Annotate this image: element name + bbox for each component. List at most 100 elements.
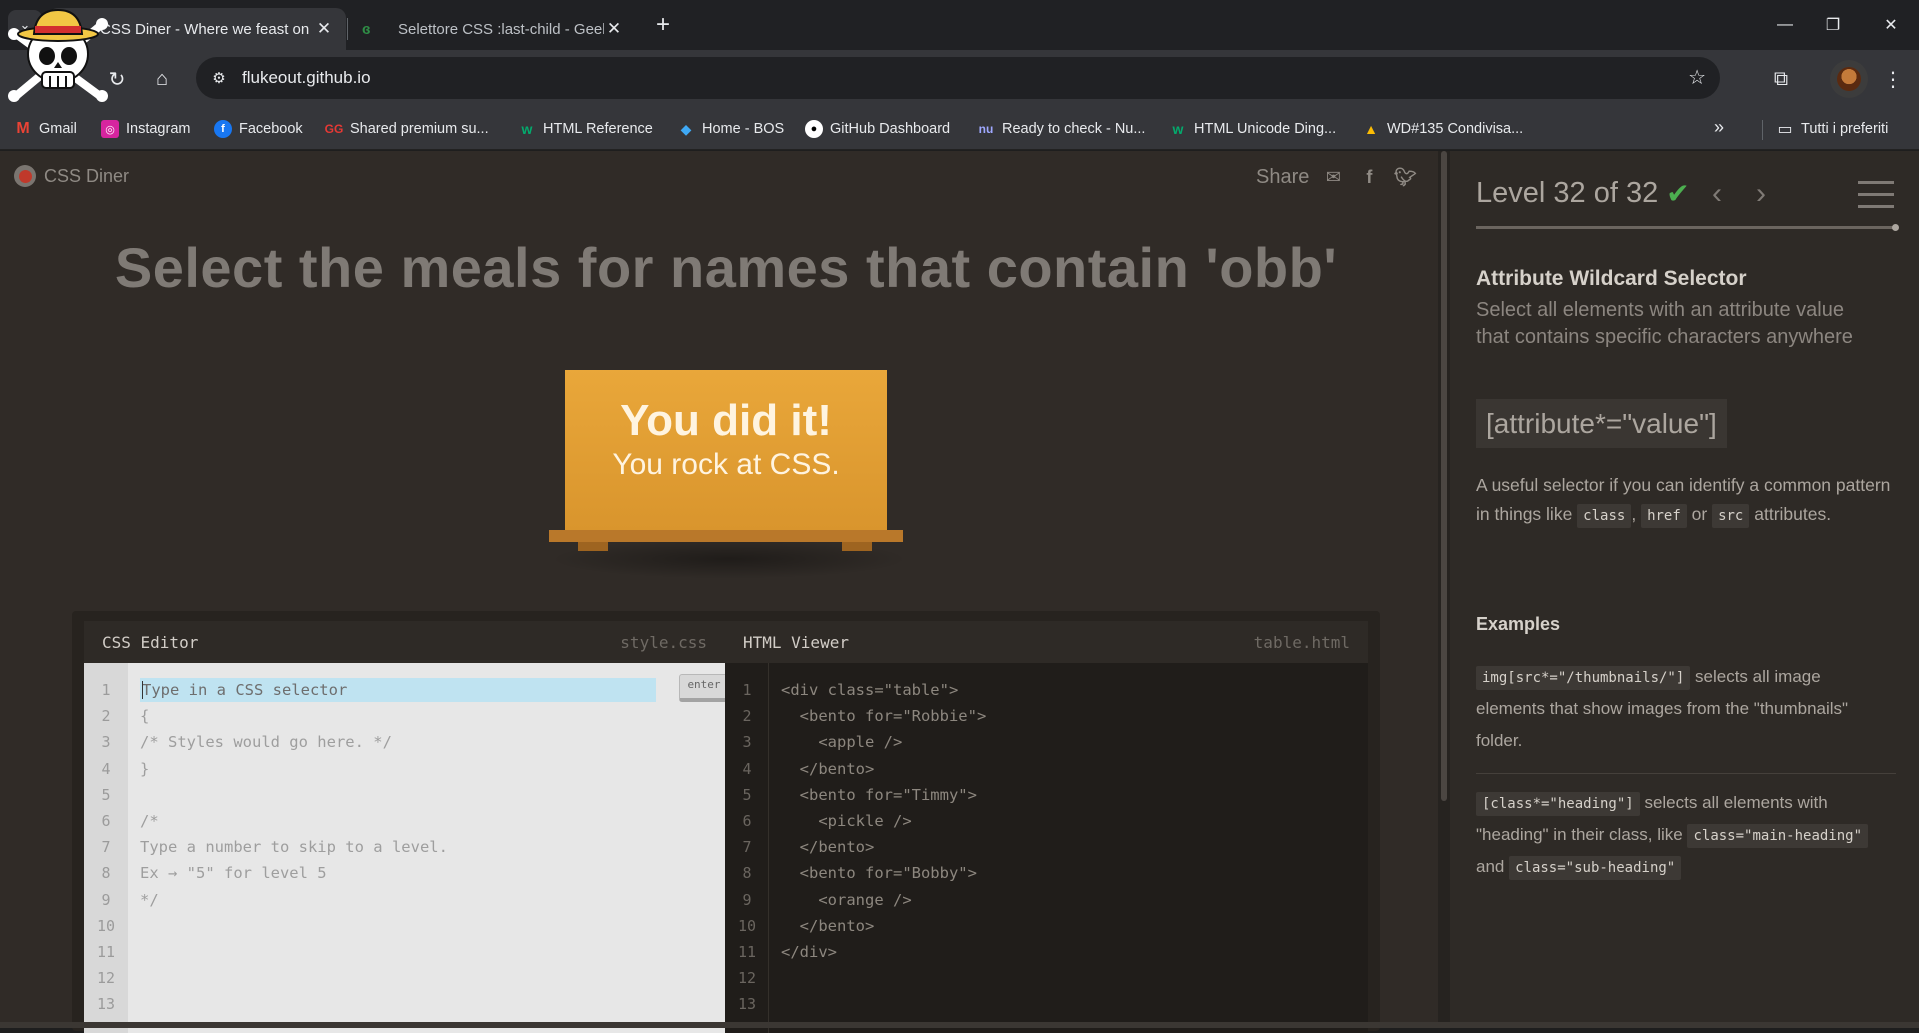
table-leg <box>578 542 608 551</box>
code-line: /* Styles would go here. */ <box>140 733 392 752</box>
win-message-subtitle: You rock at CSS. <box>612 448 840 481</box>
example-1: img[src*="/thumbnails/"] selects all ima… <box>1476 661 1894 757</box>
bookmark-ready-to-check[interactable]: nu Ready to check - Nu... <box>977 117 1146 141</box>
close-window-button[interactable]: ✕ <box>1876 10 1906 40</box>
folder-icon: ▭ <box>1777 121 1793 138</box>
bookmark-label: HTML Reference <box>543 121 653 137</box>
restore-button[interactable]: ❐ <box>1818 10 1848 40</box>
css-diner-page: CSS Diner Share ✉ f 🐦︎ Select the meals … <box>0 151 1919 1033</box>
email-icon[interactable]: ✉ <box>1321 165 1345 189</box>
code-chip: src <box>1712 504 1750 528</box>
level-progress-bar <box>1476 224 1899 231</box>
line-number: 8 <box>101 864 111 883</box>
line-number: 12 <box>737 969 757 988</box>
css-selector-input[interactable] <box>140 678 656 702</box>
html-code: <div class="table"> <bento for="Robbie">… <box>781 677 986 1017</box>
address-bar[interactable]: ⚙ flukeout.github.io ☆ <box>196 57 1720 99</box>
brand-logo[interactable]: CSS Diner <box>14 165 129 187</box>
horizontal-scrollbar[interactable] <box>0 1022 1919 1028</box>
line-number: 5 <box>101 785 111 804</box>
twitter-icon[interactable]: 🐦︎ <box>1393 165 1417 189</box>
code-line: /* <box>140 811 159 830</box>
bookmark-shared-premium[interactable]: GG Shared premium su... <box>325 117 489 141</box>
previous-level-icon[interactable]: ‹ <box>1712 177 1722 211</box>
scrollbar-thumb[interactable] <box>1441 151 1447 801</box>
plus-icon: + <box>655 11 670 38</box>
line-number: 7 <box>101 838 111 857</box>
text-caret <box>142 681 143 699</box>
minimize-button[interactable]: — <box>1770 10 1800 40</box>
new-tab-button[interactable]: + <box>648 10 678 40</box>
site-info-icon[interactable]: ⚙ <box>206 65 232 91</box>
bookmark-label: Home - BOS <box>702 121 785 137</box>
bookmark-home-bos[interactable]: ◆ Home - BOS <box>677 117 785 141</box>
code-line: <bento for="Timmy"> <box>781 785 977 804</box>
bookmark-facebook[interactable]: f Facebook <box>214 117 303 141</box>
example-2: [class*="heading"] selects all elements … <box>1476 787 1894 883</box>
css-editor-header: CSS Editor style.css <box>84 621 725 663</box>
selector-hint: A useful selector if you can identify a … <box>1476 471 1896 529</box>
line-number: 13 <box>96 995 116 1014</box>
level-sidebar: Level 32 of 32 ✔ ‹ › Attribute Wildcard … <box>1450 151 1919 1028</box>
nu-icon: nu <box>978 122 994 136</box>
browser-toolbar: ↻ ⌂ ⚙ flukeout.github.io ☆ ⧉ ⋮ <box>0 50 1919 108</box>
more-bookmarks-icon[interactable]: » <box>1714 117 1724 138</box>
bookmark-html-unicode[interactable]: w HTML Unicode Ding... <box>1169 117 1337 141</box>
css-editor-title: CSS Editor <box>102 632 199 652</box>
code-line: <bento for="Robbie"> <box>781 707 987 726</box>
geeksforgeeks-favicon-icon: ɞ <box>362 21 371 38</box>
html-line-numbers: 1 2 3 4 5 6 7 8 9 10 11 12 13 <box>725 677 769 1017</box>
line-number: 9 <box>101 890 111 909</box>
line-number: 5 <box>742 785 752 804</box>
level-menu-icon[interactable] <box>1858 181 1894 209</box>
facebook-icon[interactable]: f <box>1357 165 1381 189</box>
github-icon: ● <box>805 120 823 138</box>
code-line: </bento> <box>781 916 875 935</box>
next-level-icon[interactable]: › <box>1756 177 1766 211</box>
close-tab-icon[interactable]: ✕ <box>314 19 334 39</box>
html-viewer-title: HTML Viewer <box>743 632 849 652</box>
page-scrollbar[interactable] <box>1438 151 1450 1028</box>
w3-icon: w <box>1172 121 1184 137</box>
close-tab-icon[interactable]: ✕ <box>604 19 624 39</box>
bookmark-gmail[interactable]: M Gmail <box>14 117 77 141</box>
bookmark-instagram[interactable]: ◎ Instagram <box>101 117 190 141</box>
bookmark-label: Shared premium su... <box>350 121 489 137</box>
line-number: 7 <box>742 838 752 857</box>
plate-icon <box>14 165 36 187</box>
bookmark-github[interactable]: ● GitHub Dashboard <box>805 117 950 141</box>
facebook-icon: f <box>214 120 232 138</box>
code-chip: href <box>1641 504 1687 528</box>
line-number: 1 <box>742 681 752 699</box>
bookmark-html-reference[interactable]: w HTML Reference <box>518 117 653 141</box>
bookmark-label: WD#135 Condivisa... <box>1387 121 1524 137</box>
profile-avatar[interactable] <box>1830 60 1868 98</box>
line-number: 4 <box>101 759 111 778</box>
css-code: {/* Styles would go here. */} /* Type a nu… <box>140 677 448 1017</box>
bookmark-wd135[interactable]: ▲ WD#135 Condivisa... <box>1362 117 1523 141</box>
line-number: 2 <box>101 707 111 726</box>
html-viewer-pane: 1 2 3 4 5 6 7 8 9 10 11 12 13 <div class="table"> <b… <box>725 663 1368 1033</box>
code-chip: class <box>1577 504 1632 528</box>
examples-heading: Examples <box>1476 614 1561 634</box>
selector-name: Attribute Wildcard Selector <box>1476 267 1747 290</box>
hint-text: or <box>1686 504 1713 524</box>
code-line: <orange /> <box>781 890 912 909</box>
checkmark-icon: ✔ <box>1666 178 1690 209</box>
hint-text: attributes. <box>1749 504 1832 524</box>
code-line: <bento for="Bobby"> <box>781 864 977 883</box>
code-line: Ex → "5" for level 5 <box>140 864 327 883</box>
all-bookmarks-folder[interactable]: ▭ Tutti i preferiti <box>1776 117 1888 141</box>
game-area: CSS Diner Share ✉ f 🐦︎ Select the meals … <box>0 151 1438 1033</box>
extensions-icon[interactable]: ⧉ <box>1764 62 1798 96</box>
diamond-icon: ◆ <box>680 120 692 137</box>
html-file-name: table.html <box>1253 632 1350 652</box>
tab-geeksforgeeks[interactable]: Selettore CSS :last-child - GeeksforGeek… <box>350 8 636 50</box>
enter-button[interactable]: enter <box>679 674 729 702</box>
bookmark-star-icon[interactable]: ☆ <box>1688 65 1706 90</box>
table-leg <box>842 542 872 551</box>
home-icon[interactable]: ⌂ <box>145 62 179 96</box>
browser-menu-icon[interactable]: ⋮ <box>1876 62 1910 96</box>
